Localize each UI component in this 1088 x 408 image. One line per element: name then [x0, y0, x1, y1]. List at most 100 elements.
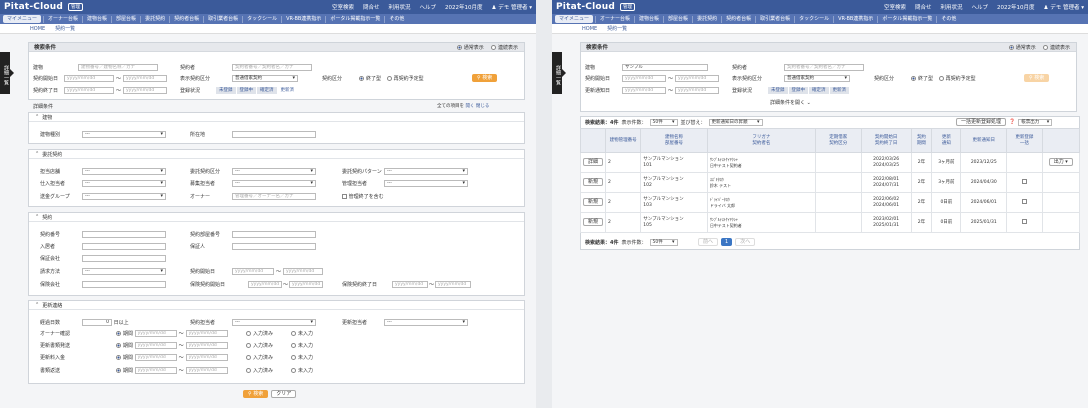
row-new-button[interactable]: 新規: [582, 218, 603, 226]
my-menu[interactable]: マイメニュー: [555, 15, 594, 23]
period-from[interactable]: yyyy/mm/dd: [134, 366, 177, 374]
nav-tack-seal[interactable]: タックシール: [794, 15, 833, 23]
help-icon[interactable]: ❓: [1009, 119, 1015, 125]
section-contract-header[interactable]: ⌃ 契約: [29, 213, 524, 222]
sort-select[interactable]: 更新通知日の昇順: [708, 118, 763, 126]
building-type-select[interactable]: ---: [82, 130, 166, 138]
section-building-header[interactable]: ⌃ 建物: [29, 113, 524, 122]
my-menu[interactable]: マイメニュー: [3, 15, 42, 23]
nav-consign[interactable]: 委託契約: [692, 15, 721, 23]
usage-link[interactable]: 利用状況: [389, 3, 411, 11]
current-page[interactable]: 1: [721, 238, 733, 246]
nav-contractor[interactable]: 契約者台帳: [169, 15, 203, 23]
app-logo[interactable]: Pitat-Cloud: [556, 2, 615, 12]
start-from-input[interactable]: yyyy/mm/dd: [64, 74, 114, 82]
section-consign-header[interactable]: ⌃ 委託契約: [29, 150, 524, 159]
status-renewed[interactable]: 更新済: [277, 86, 297, 94]
status-confirmed[interactable]: 確定済: [257, 86, 277, 94]
period-from[interactable]: yyyy/mm/dd: [134, 341, 177, 349]
period-to[interactable]: yyyy/mm/dd: [185, 366, 228, 374]
per-page-select-bottom[interactable]: 50件: [649, 238, 678, 246]
purchaser-select[interactable]: ---: [82, 179, 166, 187]
period-to[interactable]: yyyy/mm/dd: [185, 353, 228, 361]
input-none-radio[interactable]: [291, 342, 297, 348]
store-select[interactable]: ---: [82, 167, 166, 175]
elapsed-input[interactable]: 0: [82, 318, 112, 326]
status-unregistered[interactable]: 未登録: [768, 86, 788, 94]
next-page-button[interactable]: 次へ: [735, 238, 756, 246]
mode-detail-radio[interactable]: [1042, 44, 1048, 50]
row-new-button[interactable]: 新規: [582, 198, 603, 206]
row-detail-button[interactable]: 詳細: [582, 158, 603, 166]
kind-end-radio[interactable]: [359, 75, 364, 81]
nav-portal[interactable]: ポータル掲載指示一覧: [325, 15, 384, 23]
insurer-input[interactable]: [82, 280, 166, 288]
contract-start-from[interactable]: yyyy/mm/dd: [232, 267, 274, 275]
input-done-radio[interactable]: [246, 342, 251, 348]
row-bulk-checkbox[interactable]: [1021, 178, 1027, 184]
end-from-input[interactable]: yyyy/mm/dd: [64, 86, 114, 94]
input-none-radio[interactable]: [291, 367, 297, 373]
input-none-radio[interactable]: [291, 330, 297, 336]
include-end-checkbox[interactable]: [342, 193, 347, 199]
consign-type-select[interactable]: ---: [232, 167, 316, 175]
status-renewed[interactable]: 更新済: [829, 86, 849, 94]
contract-staff-select[interactable]: ---: [232, 318, 316, 326]
search-button[interactable]: ⚲ 検索: [1024, 74, 1050, 82]
status-registering[interactable]: 登録中: [788, 86, 808, 94]
address-input[interactable]: [232, 130, 316, 138]
end-to-input[interactable]: yyyy/mm/dd: [123, 86, 168, 94]
renew-staff-select[interactable]: ---: [384, 318, 468, 326]
inquiry-link[interactable]: 問合せ: [363, 3, 380, 11]
manager-select[interactable]: ---: [384, 179, 468, 187]
ins-end-to[interactable]: yyyy/mm/dd: [435, 280, 472, 288]
nav-room[interactable]: 部屋台帳: [111, 15, 140, 23]
prev-page-button[interactable]: 前へ: [698, 238, 719, 246]
recruiter-select[interactable]: ---: [232, 179, 316, 187]
app-logo[interactable]: Pitat-Cloud: [4, 2, 63, 12]
user-menu[interactable]: ♟ デモ 管理者 ▾: [492, 3, 532, 11]
period-radio[interactable]: [116, 342, 121, 348]
input-none-radio[interactable]: [291, 354, 297, 360]
month-label[interactable]: 2022年10月度: [445, 3, 483, 11]
help-link[interactable]: ヘルプ: [420, 3, 437, 11]
period-radio[interactable]: [116, 354, 121, 360]
nav-vrbb[interactable]: VR-BB連携指示: [281, 15, 325, 23]
row-output-select[interactable]: 出力 ▾: [1048, 158, 1073, 166]
input-done-radio[interactable]: [246, 367, 251, 373]
start-to-input[interactable]: yyyy/mm/dd: [675, 74, 720, 82]
ins-start-from[interactable]: yyyy/mm/dd: [248, 280, 282, 288]
nav-other[interactable]: その他: [936, 15, 960, 23]
user-menu[interactable]: ♟ デモ 管理者 ▾: [1044, 3, 1084, 11]
contract-no-input[interactable]: [82, 230, 166, 238]
vacancy-search-link[interactable]: 空室検索: [332, 3, 354, 11]
start-to-input[interactable]: yyyy/mm/dd: [123, 74, 168, 82]
contractor-input[interactable]: 契約者番号／契約者名／カナ: [784, 63, 864, 71]
type-select[interactable]: 普通借家契約: [784, 74, 850, 82]
section-renewal-header[interactable]: ⌃ 更新連絡: [29, 301, 524, 310]
side-tab[interactable]: 詳細一覧: [0, 52, 14, 94]
help-link[interactable]: ヘルプ: [972, 3, 989, 11]
room-no-input[interactable]: [232, 230, 316, 238]
input-done-radio[interactable]: [246, 354, 251, 360]
owner-input[interactable]: 管理番号／オーナー名／カナ: [232, 192, 316, 200]
status-registering[interactable]: 登録中: [236, 86, 256, 94]
renew-from-input[interactable]: yyyy/mm/dd: [622, 86, 666, 94]
month-label[interactable]: 2022年10月度: [997, 3, 1035, 11]
row-bulk-checkbox[interactable]: [1021, 218, 1027, 224]
nav-owner[interactable]: オーナー台帳: [43, 15, 82, 23]
consign-pattern-select[interactable]: ---: [384, 167, 468, 175]
vacancy-search-link[interactable]: 空室検索: [884, 3, 906, 11]
contract-start-to[interactable]: yyyy/mm/dd: [283, 267, 324, 275]
contractor-input[interactable]: 契約者番号／契約者名／カナ: [232, 63, 312, 71]
period-to[interactable]: yyyy/mm/dd: [185, 341, 228, 349]
crumb-home[interactable]: HOME: [582, 26, 597, 32]
building-input[interactable]: 建物番号／建物名称／カナ: [78, 63, 158, 71]
clear-button[interactable]: クリア: [271, 390, 297, 398]
type-select[interactable]: 普通借家契約: [232, 74, 298, 82]
search-button-bottom[interactable]: ⚲ 検索: [243, 390, 269, 398]
period-from[interactable]: yyyy/mm/dd: [134, 329, 177, 337]
status-unregistered[interactable]: 未登録: [216, 86, 236, 94]
detail-toggle[interactable]: 詳細条件を開く ⌄: [766, 100, 815, 108]
input-done-radio[interactable]: [246, 330, 251, 336]
